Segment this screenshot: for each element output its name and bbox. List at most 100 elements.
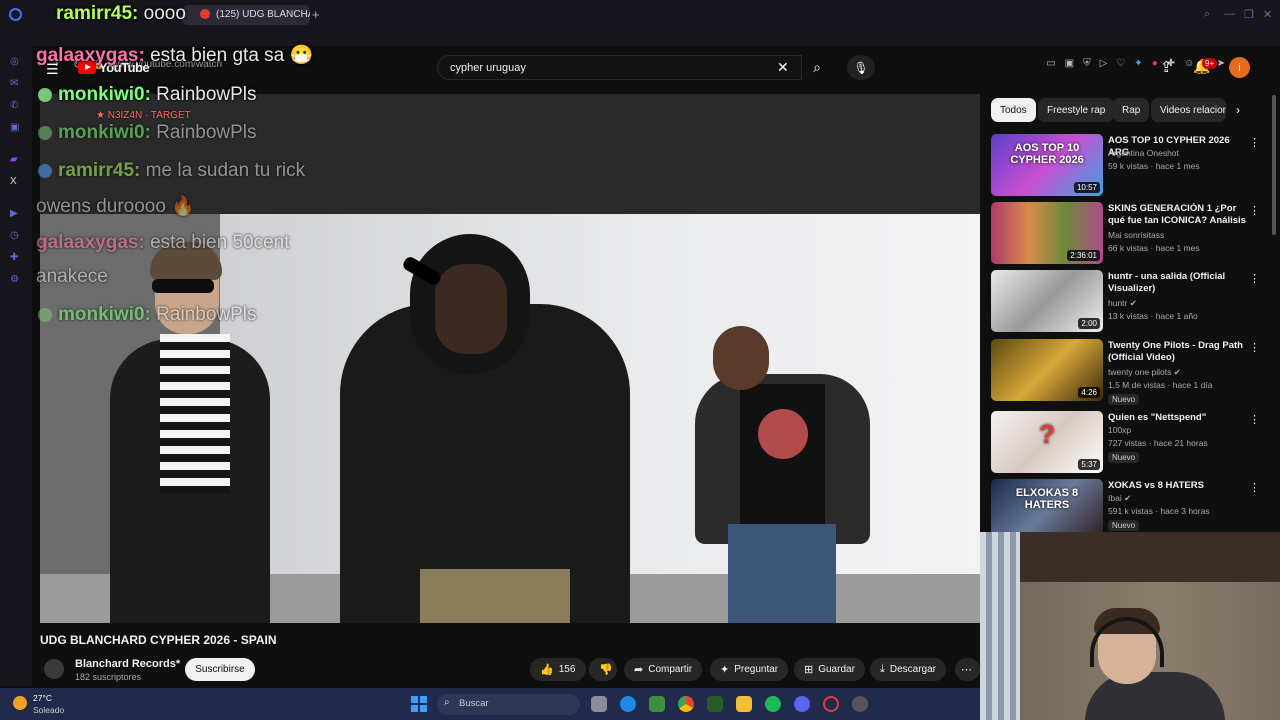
channel-name[interactable]: Blanchard Records* <box>75 658 180 670</box>
task-view-icon[interactable] <box>591 696 607 712</box>
sidebar-whatsapp-icon[interactable]: ✆ <box>10 100 18 111</box>
minecraft-icon[interactable] <box>649 696 665 712</box>
channel-avatar[interactable] <box>44 659 64 679</box>
clear-icon[interactable]: ✕ <box>777 59 789 76</box>
video-title[interactable]: huntr - una salida (Official Visualizer) <box>1108 271 1246 295</box>
search-icon[interactable]: ⌕ <box>803 55 831 80</box>
webcam-overlay <box>980 532 1280 720</box>
avatar[interactable]: i <box>1229 57 1250 78</box>
sidebar-extensions-icon[interactable]: ✚ <box>10 252 18 263</box>
sidebar-music-icon[interactable]: ▣ <box>10 122 19 133</box>
browser-logo-icon[interactable] <box>9 8 22 21</box>
video-title[interactable]: Quien es "Nettspend" <box>1108 412 1246 424</box>
video-title[interactable]: Twenty One Pilots - Drag Path (Official … <box>1108 340 1246 364</box>
sidebar-messenger-icon[interactable]: ✉ <box>10 78 18 89</box>
performer-4-jeans <box>728 524 836 623</box>
sidebar-x-icon[interactable]: X <box>10 176 17 187</box>
app-icon[interactable] <box>707 696 723 712</box>
weather-sun-icon[interactable] <box>13 696 27 710</box>
discord-icon[interactable] <box>794 696 810 712</box>
bookmark-icon[interactable]: ▭ <box>1046 58 1055 69</box>
sidebar-ai-icon[interactable]: ◎ <box>10 56 19 67</box>
more-actions-button[interactable]: ⋯ <box>955 658 980 681</box>
recommended-video[interactable]: 2:36:01 SKINS GENERACIÓN 1 ¿Por qué fue t… <box>991 202 1271 264</box>
share-button[interactable]: ➦ Compartir <box>624 658 703 681</box>
more-vertical-icon[interactable]: ⋮ <box>1249 341 1260 354</box>
video-thumbnail[interactable]: 2:36:01 <box>991 202 1103 264</box>
chip-rap[interactable]: Rap <box>1113 98 1150 122</box>
subscribe-button[interactable]: Suscribirse <box>185 658 255 681</box>
recommended-video[interactable]: 4:26 Twenty One Pilots - Drag Path (Offic… <box>991 339 1271 405</box>
scrollbar[interactable] <box>1272 95 1276 235</box>
channel-name[interactable]: Ibai ✔ <box>1108 493 1131 504</box>
play-icon[interactable]: ▷ <box>1100 58 1108 69</box>
video-thumbnail[interactable]: 4:26 <box>991 339 1103 401</box>
performer-4-head <box>713 326 769 390</box>
sidebar-player-icon[interactable]: ▶ <box>10 208 18 219</box>
taskbar-search-input[interactable]: Buscar <box>437 694 580 715</box>
edge-icon[interactable] <box>620 696 636 712</box>
maximize-icon[interactable]: ❐ <box>1244 8 1254 21</box>
video-title[interactable]: SKINS GENERACIÓN 1 ¿Por qué fue tan ICON… <box>1108 203 1246 228</box>
video-thumbnail[interactable]: AOS TOP 10 CYPHER 2026 10:57 <box>991 134 1103 196</box>
file-explorer-icon[interactable] <box>736 696 752 712</box>
channel-name[interactable]: 100xp <box>1108 425 1131 435</box>
download-button[interactable]: ⤓ Descargar <box>870 658 947 681</box>
heart-icon[interactable]: ♡ <box>1116 58 1125 69</box>
close-window-icon[interactable]: ✕ <box>1263 8 1272 21</box>
menu-icon[interactable]: ☰ <box>46 61 59 78</box>
video-thumbnail[interactable]: ? 5:37 <box>991 411 1103 473</box>
more-vertical-icon[interactable]: ⋮ <box>1249 136 1260 149</box>
video-thumbnail[interactable]: 2:00 <box>991 270 1103 332</box>
opera-gx-icon[interactable] <box>852 696 868 712</box>
minimize-icon[interactable]: — <box>1224 8 1235 20</box>
translate-icon[interactable]: ✦ <box>1134 58 1142 69</box>
opera-icon[interactable] <box>823 696 839 712</box>
record-icon[interactable]: ● <box>1152 58 1158 69</box>
channel-name[interactable]: huntr ✔ <box>1108 298 1137 309</box>
ask-button[interactable]: ✦ Preguntar <box>710 658 789 681</box>
shield-icon[interactable]: ⛨ <box>1083 58 1091 69</box>
mic-icon[interactable]: 🎙 <box>847 55 875 80</box>
recommended-video[interactable]: 2:00 huntr - una salida (Official Visuali… <box>991 270 1271 332</box>
channel-name[interactable]: twenty one pilots ✔ <box>1108 367 1181 378</box>
send-icon[interactable]: ➤ <box>1217 58 1225 69</box>
verified-icon: ✔ <box>1173 367 1181 377</box>
tab-notification-icon <box>200 9 210 19</box>
upload-icon[interactable]: ⇪ <box>1160 58 1173 76</box>
video-meta: 727 vistas · hace 21 horas <box>1108 438 1208 448</box>
recommended-video[interactable]: ? 5:37 Quien es "Nettspend" 100xp 727 vistas… <box>991 411 1271 473</box>
sidebar-settings-icon[interactable]: ⚙ <box>10 274 19 285</box>
chip-all[interactable]: Todos <box>991 98 1036 122</box>
new-tab-icon[interactable]: + <box>312 7 320 22</box>
youtube-logo[interactable]: YouTube <box>78 60 150 75</box>
video-player[interactable] <box>40 94 980 623</box>
dislike-icon: 👎 <box>599 664 613 676</box>
spotify-icon[interactable] <box>765 696 781 712</box>
search-tabs-icon[interactable]: ⌕ <box>1204 8 1210 21</box>
video-title[interactable]: XOKAS vs 8 HATERS <box>1108 480 1246 492</box>
chip-related[interactable]: Videos relacion <box>1151 98 1226 122</box>
sidebar-history-icon[interactable]: ◷ <box>10 230 19 241</box>
dislike-button[interactable]: 👎 <box>589 658 617 681</box>
channel-name[interactable]: Argentina Oneshot <box>1108 148 1179 158</box>
back-icon[interactable]: ‹ <box>37 58 41 70</box>
search-input[interactable]: cypher uruguay <box>437 55 802 80</box>
like-button[interactable]: 👍 156 <box>530 658 586 681</box>
chip-freestyle-rap[interactable]: Freestyle rap <box>1038 98 1115 122</box>
sidebar-twitch-icon[interactable]: ▰ <box>10 154 18 165</box>
snapshot-icon[interactable]: ▣ <box>1065 58 1074 69</box>
recommended-video[interactable]: AOS TOP 10 CYPHER 2026 10:57 AOS TOP 10 CY… <box>991 134 1271 196</box>
more-vertical-icon[interactable]: ⋮ <box>1249 413 1260 426</box>
video-meta: 59 k vistas · hace 1 mes <box>1108 161 1200 171</box>
more-vertical-icon[interactable]: ⋮ <box>1249 204 1260 217</box>
chevron-right-icon[interactable]: › <box>1236 103 1240 117</box>
chrome-icon[interactable] <box>678 696 694 712</box>
browser-sidebar: ◎ ✉ ✆ ▣ ▰ X ▶ ◷ ✚ ⚙ <box>0 46 32 686</box>
channel-name[interactable]: Mai sonrisitass <box>1108 230 1164 240</box>
more-vertical-icon[interactable]: ⋮ <box>1249 272 1260 285</box>
save-button[interactable]: ⊞ Guardar <box>794 658 865 681</box>
download-label: Descargar <box>889 664 937 675</box>
windows-start-icon[interactable] <box>411 696 427 712</box>
more-vertical-icon[interactable]: ⋮ <box>1249 481 1260 494</box>
